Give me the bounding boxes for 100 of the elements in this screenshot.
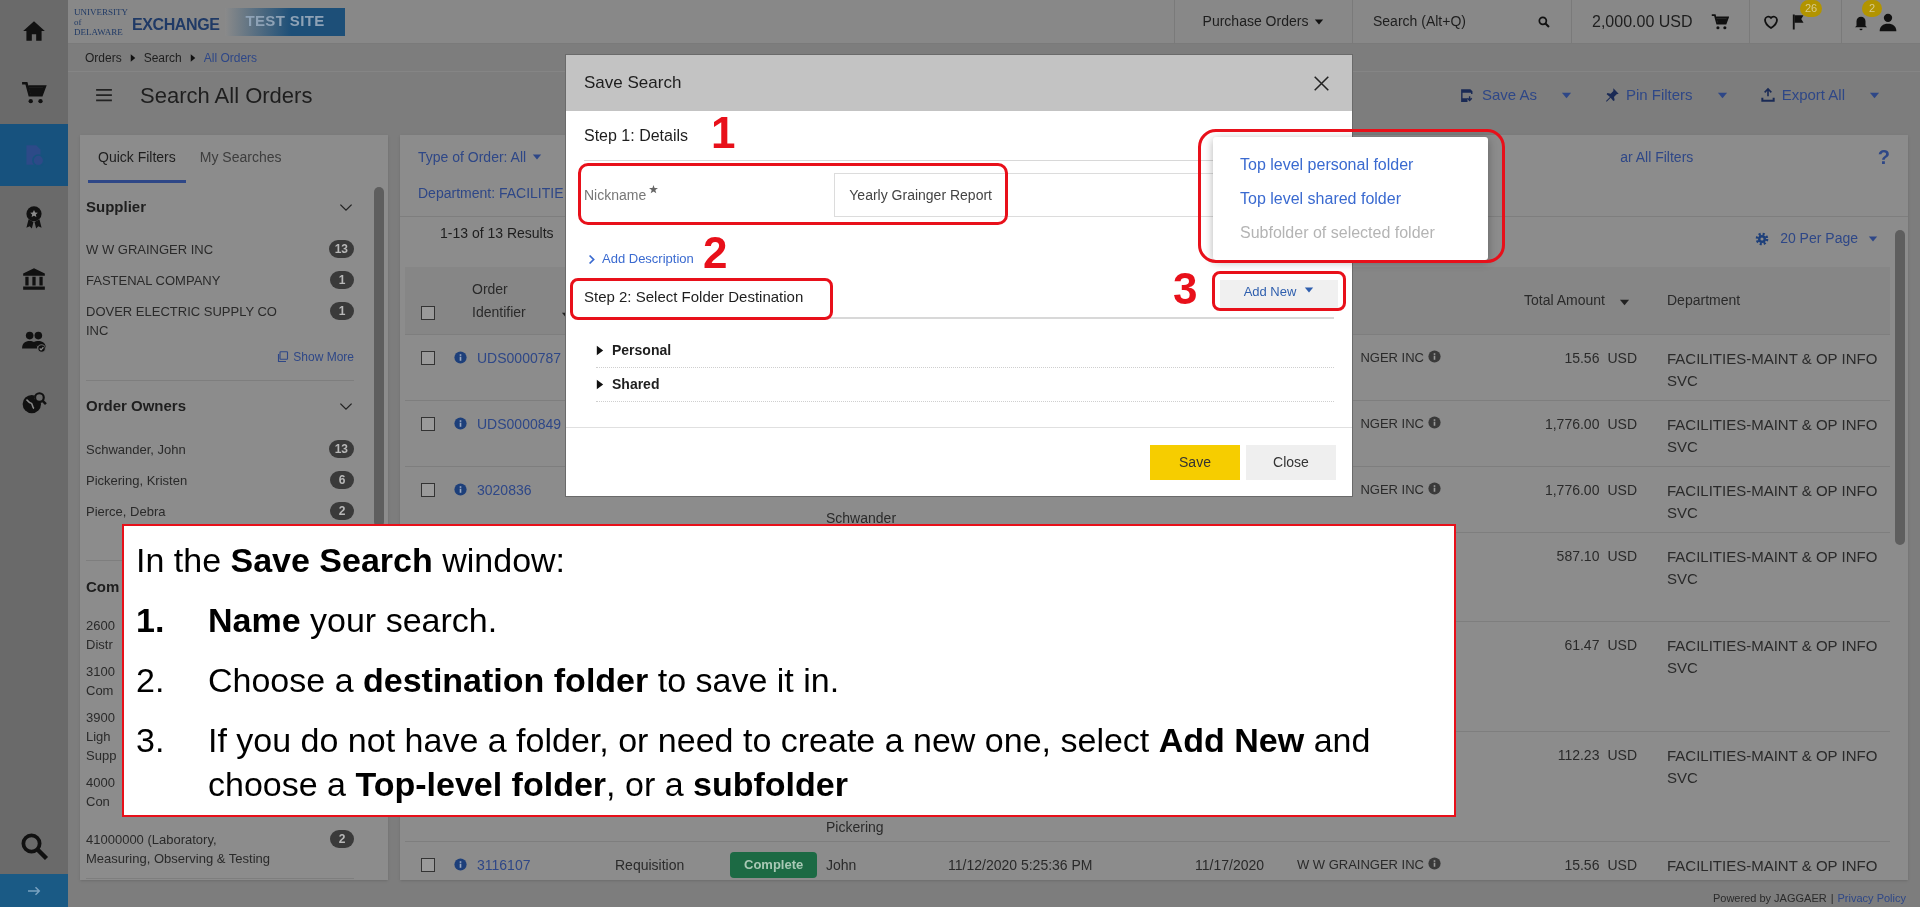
table-cell-text: USD bbox=[1607, 636, 1637, 655]
count-badge: 2 bbox=[330, 830, 354, 848]
checkbox[interactable] bbox=[420, 858, 435, 872]
info-icon[interactable] bbox=[454, 858, 467, 871]
cart-total[interactable]: 2,000.00 USD bbox=[1592, 9, 1693, 34]
breadcrumb-link[interactable]: Orders bbox=[85, 48, 122, 67]
filter-option[interactable]: Pickering, Kristen bbox=[86, 471, 188, 490]
table-cell-text: 11/12/2020 5:25:36 PM bbox=[948, 856, 1093, 875]
filter-option[interactable]: 3900 bbox=[86, 708, 117, 727]
section-heading: Com bbox=[86, 576, 120, 597]
purchase-orders-menu[interactable]: Purchase Orders bbox=[1202, 11, 1325, 32]
table-cell-text: NGER INC bbox=[1360, 415, 1424, 433]
search-icon[interactable] bbox=[1537, 14, 1551, 29]
settings-icon bbox=[1754, 230, 1771, 247]
table-cell-text: USD bbox=[1607, 746, 1637, 765]
count-badge: 1 bbox=[330, 302, 354, 320]
privacy-policy-link[interactable]: Privacy Policy bbox=[1837, 889, 1906, 906]
filter-option[interactable]: Supp bbox=[86, 746, 117, 765]
show-more-link[interactable]: Show More bbox=[277, 348, 354, 366]
dialog-button[interactable]: Save bbox=[1150, 444, 1240, 480]
table-cell-text: 15.56 bbox=[1564, 349, 1600, 368]
table-cell-text: John bbox=[826, 856, 857, 875]
folder-tree-item[interactable]: Personal bbox=[596, 334, 1334, 368]
table-cell-text: NGER INC bbox=[1360, 481, 1424, 499]
scrollbar[interactable] bbox=[374, 187, 384, 527]
info-icon[interactable] bbox=[454, 351, 467, 364]
add-description-link[interactable]: Add Description bbox=[588, 249, 694, 269]
filter-option[interactable]: 4000 bbox=[86, 773, 115, 792]
help-button[interactable]: ? bbox=[1877, 142, 1890, 172]
user-icon[interactable] bbox=[1878, 11, 1898, 32]
close-icon[interactable] bbox=[1313, 74, 1330, 92]
filter-chip[interactable]: Type of Order: All bbox=[418, 146, 543, 168]
order-link[interactable]: UDS0000787 bbox=[477, 348, 562, 369]
filter-option[interactable]: Distr bbox=[86, 635, 115, 654]
info-icon[interactable] bbox=[1428, 416, 1441, 429]
logo-product: EXCHANGE bbox=[132, 14, 220, 35]
breadcrumb-link[interactable]: Search bbox=[143, 48, 182, 67]
table-cell-text: FACILITIES-MAINT & OP INFO SVC bbox=[1667, 746, 1879, 788]
cart-icon[interactable] bbox=[1710, 11, 1729, 32]
results-summary: 1-13 of 13 Results bbox=[440, 224, 554, 243]
filter-option[interactable]: Measuring, Observing & Testing bbox=[86, 849, 271, 868]
logo-text: UNIVERSITY of DELAWARE bbox=[74, 6, 126, 37]
scrollbar[interactable] bbox=[1895, 230, 1905, 545]
cart-icon bbox=[21, 80, 47, 106]
info-icon[interactable] bbox=[1428, 857, 1441, 870]
column-header[interactable]: Department bbox=[1667, 290, 1741, 311]
column-header[interactable]: Total Amount bbox=[1524, 290, 1630, 311]
order-link[interactable]: UDS0000849 bbox=[477, 414, 562, 435]
expand-toggle-icon[interactable] bbox=[596, 345, 604, 356]
order-link[interactable]: 3020836 bbox=[477, 480, 532, 501]
info-icon[interactable] bbox=[1428, 482, 1441, 495]
filter-option[interactable]: Pierce, Debra bbox=[86, 502, 166, 521]
table-cell-text: W W GRAINGER INC bbox=[1296, 856, 1424, 874]
order-link[interactable]: 3116107 bbox=[477, 855, 531, 876]
instruction-text: If you do not have a folder, or need to create a new one, select Add New and choose a Top-level folder, or a subfolder bbox=[208, 720, 1372, 805]
footer-text: Powered by JAGGAER bbox=[1712, 890, 1827, 906]
filter-option[interactable]: 2600 bbox=[86, 616, 115, 635]
checkbox[interactable] bbox=[420, 351, 435, 365]
filter-option[interactable]: DOVER ELECTRIC SUPPLY CO INC bbox=[86, 302, 301, 340]
folder-tree-item[interactable]: Shared bbox=[596, 368, 1334, 402]
filter-option[interactable]: Ligh bbox=[86, 727, 117, 746]
caret-right-icon bbox=[189, 53, 196, 62]
step-number: 3 bbox=[1173, 264, 1198, 314]
table-cell-text: NGER INC bbox=[1360, 349, 1424, 367]
filter-tab[interactable]: Quick Filters bbox=[88, 135, 186, 183]
search-field[interactable]: Search (Alt+Q) bbox=[1373, 11, 1523, 32]
info-icon[interactable] bbox=[1428, 350, 1441, 363]
notification-badge: 26 bbox=[1800, 0, 1822, 17]
filter-option[interactable]: Schwander, John bbox=[86, 440, 186, 459]
info-icon[interactable] bbox=[454, 417, 467, 430]
filter-option[interactable]: 41000000 (Laboratory, bbox=[86, 830, 271, 849]
bank-building-icon bbox=[21, 266, 47, 292]
filter-option[interactable]: W W GRAINGER INC bbox=[86, 240, 214, 259]
per-page-menu[interactable]: 20 Per Page bbox=[1754, 228, 1878, 249]
clear-filters-link[interactable]: ar All Filters bbox=[1620, 146, 1694, 168]
checkbox[interactable] bbox=[420, 306, 435, 320]
export-icon bbox=[1759, 87, 1776, 103]
dialog-button[interactable]: Close bbox=[1246, 444, 1336, 480]
filter-option[interactable]: Con bbox=[86, 792, 115, 811]
checkbox[interactable] bbox=[420, 483, 435, 497]
filter-chip[interactable]: Department: FACILITIE bbox=[418, 182, 564, 204]
add-new-button[interactable]: Add New bbox=[1220, 280, 1338, 308]
count-badge: 6 bbox=[330, 471, 354, 489]
checkbox[interactable] bbox=[420, 417, 435, 431]
count-badge: 2 bbox=[330, 502, 354, 520]
chevron-right-icon bbox=[588, 253, 596, 265]
info-icon[interactable] bbox=[454, 483, 467, 496]
filter-option[interactable]: FASTENAL COMPANY bbox=[86, 271, 221, 290]
filter-tab[interactable]: My Searches bbox=[189, 135, 292, 183]
filter-option[interactable]: 3100 bbox=[86, 662, 115, 681]
step-number: 2 bbox=[703, 228, 728, 278]
expand-toggle-icon[interactable] bbox=[596, 379, 604, 390]
search-icon[interactable] bbox=[19, 831, 49, 861]
menu-icon[interactable] bbox=[95, 88, 113, 102]
filter-option[interactable]: Com bbox=[86, 681, 115, 700]
site-banner: TEST SITE bbox=[225, 7, 345, 36]
table-cell-text: USD bbox=[1607, 856, 1637, 875]
footer-separator: | bbox=[1830, 890, 1834, 906]
status-badge: Complete bbox=[730, 852, 818, 878]
breadcrumb-link[interactable]: All Orders bbox=[203, 48, 258, 67]
